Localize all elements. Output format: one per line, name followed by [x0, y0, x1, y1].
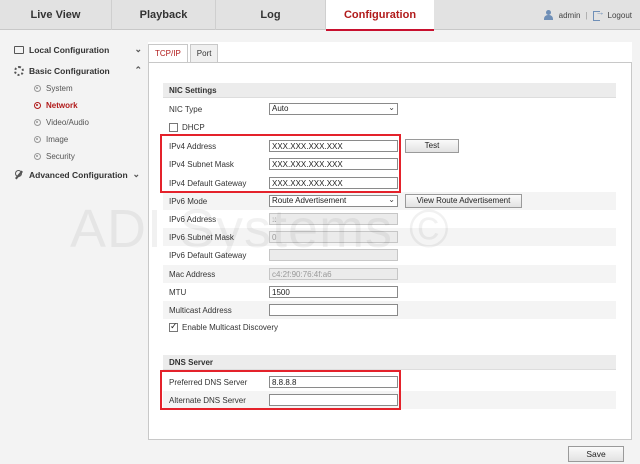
nic-type-select[interactable]: Auto ⌄: [269, 103, 398, 115]
bullet-icon: [34, 102, 41, 109]
ipv6-mode-select[interactable]: Route Advertisement ⌄: [269, 195, 398, 207]
username: admin: [558, 10, 581, 20]
sidebar-basic-configuration[interactable]: Basic Configuration ⌃: [8, 61, 144, 80]
logout-icon[interactable]: [592, 7, 605, 21]
ipv6-mode-label: IPv6 Mode: [169, 196, 208, 206]
sidebar-local-label: Local Configuration: [29, 44, 110, 55]
dhcp-label: DHCP: [182, 123, 205, 132]
sidebar-item-label: Network: [46, 101, 78, 110]
multicast-address-input[interactable]: [269, 304, 398, 316]
ipv6-address-input[interactable]: [269, 213, 398, 225]
nic-type-value: Auto: [272, 104, 289, 113]
sidebar: Local Configuration ⌄ Basic Configuratio…: [8, 40, 144, 184]
ipv6-address-label: IPv6 Address: [169, 214, 217, 224]
tab-live-view[interactable]: Live View: [0, 0, 112, 30]
chevron-down-icon: ⌄: [388, 103, 395, 112]
mac-address-label: Mac Address: [169, 269, 216, 279]
multicast-discovery-row: Enable Multicast Discovery: [169, 321, 279, 332]
monitor-icon: [14, 45, 24, 54]
dns-highlight-box: [160, 370, 401, 410]
tab-configuration[interactable]: Configuration: [326, 0, 434, 31]
sidebar-advanced-configuration[interactable]: Advanced Configuration ⌄: [8, 165, 144, 184]
chevron-down-icon: ⌄: [388, 195, 395, 204]
sidebar-item-security[interactable]: Security: [34, 148, 144, 165]
ipv6-mode-value: Route Advertisement: [272, 196, 347, 205]
sidebar-item-image[interactable]: Image: [34, 131, 144, 148]
wrench-icon: [14, 169, 24, 180]
mtu-label: MTU: [169, 287, 187, 297]
nic-type-label: NIC Type: [169, 104, 203, 114]
test-button[interactable]: Test: [405, 139, 459, 153]
multicast-address-label: Multicast Address: [169, 305, 232, 315]
gear-icon: [14, 65, 24, 76]
sidebar-basic-label: Basic Configuration: [29, 65, 110, 76]
dns-server-header: DNS Server: [163, 355, 616, 370]
multicast-discovery-label: Enable Multicast Discovery: [182, 323, 279, 332]
sidebar-item-label: Video/Audio: [46, 118, 89, 127]
dhcp-checkbox[interactable]: [169, 123, 178, 132]
separator: |: [585, 10, 588, 20]
tab-playback[interactable]: Playback: [112, 0, 216, 30]
tab-port[interactable]: Port: [189, 44, 219, 63]
subtab-bar: TCP/IP Port: [148, 44, 219, 63]
mac-address-input[interactable]: [269, 268, 398, 280]
tab-tcp-ip[interactable]: TCP/IP: [148, 44, 188, 63]
sidebar-advanced-label: Advanced Configuration: [29, 169, 128, 180]
tab-log[interactable]: Log: [216, 0, 326, 30]
sidebar-item-system[interactable]: System: [34, 80, 144, 97]
sidebar-item-video-audio[interactable]: Video/Audio: [34, 114, 144, 131]
user-icon: [543, 10, 554, 20]
user-bar: admin | Logout: [543, 0, 632, 30]
sidebar-item-label: Security: [46, 152, 75, 161]
main-panel: TCP/IP Port NIC Settings NIC Type Auto ⌄…: [148, 42, 632, 440]
multicast-discovery-checkbox[interactable]: [169, 321, 178, 332]
bullet-icon: [34, 85, 41, 92]
sidebar-basic-items: System Network Video/Audio Image Securit…: [8, 80, 144, 165]
ipv6-subnet-mask-input[interactable]: [269, 231, 398, 243]
chevron-down-icon[interactable]: ⌄: [134, 44, 142, 55]
bullet-icon: [34, 136, 41, 143]
sidebar-item-label: System: [46, 84, 73, 93]
top-navigation-bar: Live View Playback Log Configuration adm…: [0, 0, 640, 31]
dhcp-row: DHCP: [169, 123, 205, 132]
nic-settings-header: NIC Settings: [163, 83, 616, 98]
save-button[interactable]: Save: [568, 446, 624, 462]
ipv4-highlight-box: [160, 134, 401, 193]
ipv6-default-gateway-label: IPv6 Default Gateway: [169, 250, 247, 260]
sidebar-local-configuration[interactable]: Local Configuration ⌄: [8, 40, 144, 59]
sidebar-item-label: Image: [46, 135, 69, 144]
chevron-up-icon[interactable]: ⌃: [134, 65, 142, 76]
view-route-advertisement-button[interactable]: View Route Advertisement: [405, 194, 522, 208]
bullet-icon: [34, 119, 41, 126]
ipv6-default-gateway-input[interactable]: [269, 249, 398, 261]
mtu-input[interactable]: [269, 286, 398, 298]
sidebar-item-network[interactable]: Network: [34, 97, 144, 114]
chevron-down-icon[interactable]: ⌄: [132, 169, 140, 180]
tcp-ip-content: NIC Settings NIC Type Auto ⌄ DHCP IPv4 A…: [148, 62, 632, 440]
ipv6-subnet-mask-label: IPv6 Subnet Mask: [169, 232, 234, 242]
bullet-icon: [34, 153, 41, 160]
logout-link[interactable]: Logout: [608, 11, 632, 20]
